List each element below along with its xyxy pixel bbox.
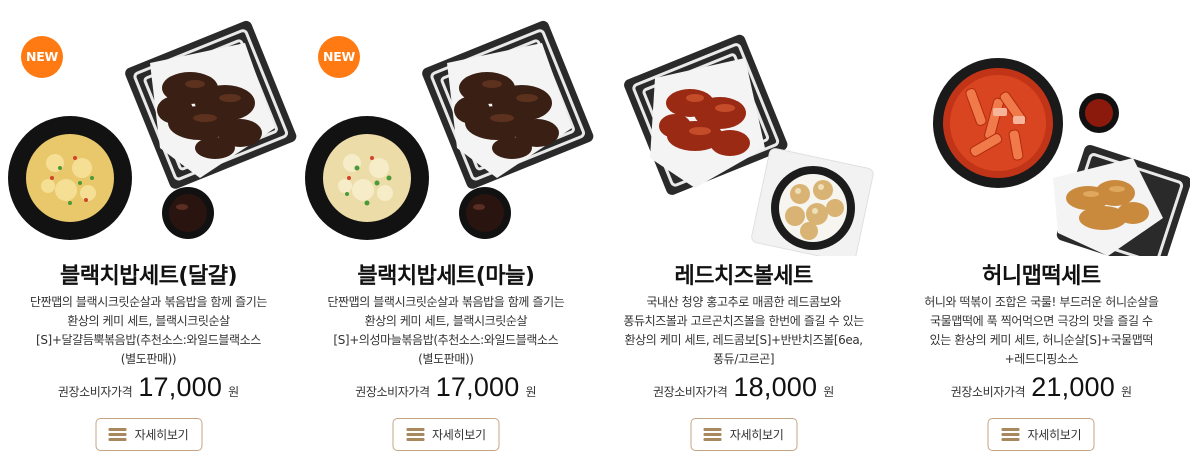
new-badge: NEW xyxy=(318,36,360,78)
description-line: (별도판매)) xyxy=(418,352,474,366)
product-image[interactable] xyxy=(595,18,892,256)
price-row: 권장소비자가격 17,000 원 xyxy=(297,372,595,403)
product-image[interactable] xyxy=(893,18,1190,256)
description-line: 환상의 케미 세트, 레드콤보[S]+반반치즈볼[6ea, xyxy=(624,333,864,347)
detail-button[interactable]: 자세히보기 xyxy=(95,418,202,451)
detail-button[interactable]: 자세히보기 xyxy=(392,418,500,451)
price-unit: 원 xyxy=(1120,385,1133,399)
description-line: 단짠맵의 블랙시크릿순살과 볶음밥을 함께 즐기는 xyxy=(327,295,565,309)
price-label: 권장소비자가격 xyxy=(57,385,133,399)
detail-button-label: 자세히보기 xyxy=(432,428,486,442)
price-label: 권장소비자가격 xyxy=(652,385,728,399)
price-unit: 원 xyxy=(525,385,537,399)
product-title: 레드치즈볼세트 xyxy=(674,264,814,289)
product-card-black-garlic: NEW 블랙치밥세트(마늘) 단짠맵의 블랙시크릿순살과 볶음밥을 함께 즐기는… xyxy=(297,0,595,469)
detail-button-label: 자세히보기 xyxy=(1027,428,1082,442)
product-description: 허니와 떡볶이 조합은 국룰! 부드러운 허니순살을 국물맵떡에 푹 찍어먹으면… xyxy=(907,293,1177,369)
detail-button-label: 자세히보기 xyxy=(729,428,784,442)
product-description: 단짠맵의 블랙시크릿순살과 볶음밥을 함께 즐기는 환상의 케미 세트, 블랙시… xyxy=(311,293,581,369)
menu-icon xyxy=(1001,428,1020,441)
product-title: 허니맵떡세트 xyxy=(982,264,1101,289)
description-line: (별도판매)) xyxy=(120,352,177,366)
menu-icon xyxy=(108,428,127,441)
price-label: 권장소비자가격 xyxy=(355,385,430,399)
price-unit: 원 xyxy=(228,385,240,399)
product-grid: NEW 블랙치밥세트(달걀) 단짠맵의 블랙시크릿순살과 볶음밥을 함께 즐기는… xyxy=(0,0,1199,469)
new-badge: NEW xyxy=(21,36,63,78)
product-description: 국내산 청양 홍고추로 매콤한 레드콤보와 퐁듀치즈볼과 고르곤치즈볼을 한번에… xyxy=(609,293,879,369)
detail-button-label: 자세히보기 xyxy=(134,428,189,442)
detail-button[interactable]: 자세히보기 xyxy=(690,418,798,451)
description-line: 환상의 케미 세트, 블랙시크릿순살 xyxy=(364,314,528,328)
price-row: 권장소비자가격 18,000 원 xyxy=(595,372,893,403)
price-value: 17,000 xyxy=(138,372,223,402)
price-value: 18,000 xyxy=(733,372,818,402)
product-title: 블랙치밥세트(마늘) xyxy=(357,264,535,289)
description-line: 국내산 청양 홍고추로 매콤한 레드콤보와 xyxy=(646,295,841,309)
price-unit: 원 xyxy=(823,385,835,399)
product-description: 단짠맵의 블랙시크릿순살과 볶음밥을 함께 즐기는 환상의 케미 세트, 블랙시… xyxy=(14,293,283,369)
menu-icon xyxy=(406,428,425,441)
price-row: 권장소비자가격 21,000 원 xyxy=(893,372,1191,403)
description-line: 퐁듀/고르곤] xyxy=(713,352,775,366)
description-line: 퐁듀치즈볼과 고르곤치즈볼을 한번에 즐길 수 있는 xyxy=(623,314,864,328)
description-line: 국물맵떡에 푹 찍어먹으면 극강의 맛을 즐길 수 xyxy=(930,314,1153,328)
description-line: 있는 환상의 케미 세트, 허니순살[S]+국물맵떡 xyxy=(929,333,1154,347)
description-line: [S]+달걀듬뿍볶음밥(추천소스:와일드블랙소스 xyxy=(36,333,261,347)
price-row: 권장소비자가격 17,000 원 xyxy=(0,372,297,403)
product-card-honey-tteok: 허니맵떡세트 허니와 떡볶이 조합은 국룰! 부드러운 허니순살을 국물맵떡에 … xyxy=(893,0,1191,469)
description-line: 허니와 떡볶이 조합은 국룰! 부드러운 허니순살을 xyxy=(924,295,1159,309)
menu-icon xyxy=(703,428,722,441)
price-label: 권장소비자가격 xyxy=(950,385,1026,399)
price-value: 17,000 xyxy=(435,372,520,402)
detail-button[interactable]: 자세히보기 xyxy=(987,418,1095,451)
description-line: 환상의 케미 세트, 블랙시크릿순살 xyxy=(67,314,230,328)
description-line: 단짠맵의 블랙시크릿순살과 볶음밥을 함께 즐기는 xyxy=(29,295,268,309)
product-card-black-egg: NEW 블랙치밥세트(달걀) 단짠맵의 블랙시크릿순살과 볶음밥을 함께 즐기는… xyxy=(0,0,297,469)
product-title: 블랙치밥세트(달걀) xyxy=(59,264,238,289)
price-value: 21,000 xyxy=(1031,372,1115,402)
description-line: +레드디핑소스 xyxy=(1004,352,1079,366)
description-line: [S]+의성마늘볶음밥(추천소스:와일드블랙소스 xyxy=(333,333,559,347)
product-card-red-cheeseball: 레드치즈볼세트 국내산 청양 홍고추로 매콤한 레드콤보와 퐁듀치즈볼과 고르곤… xyxy=(595,0,893,469)
